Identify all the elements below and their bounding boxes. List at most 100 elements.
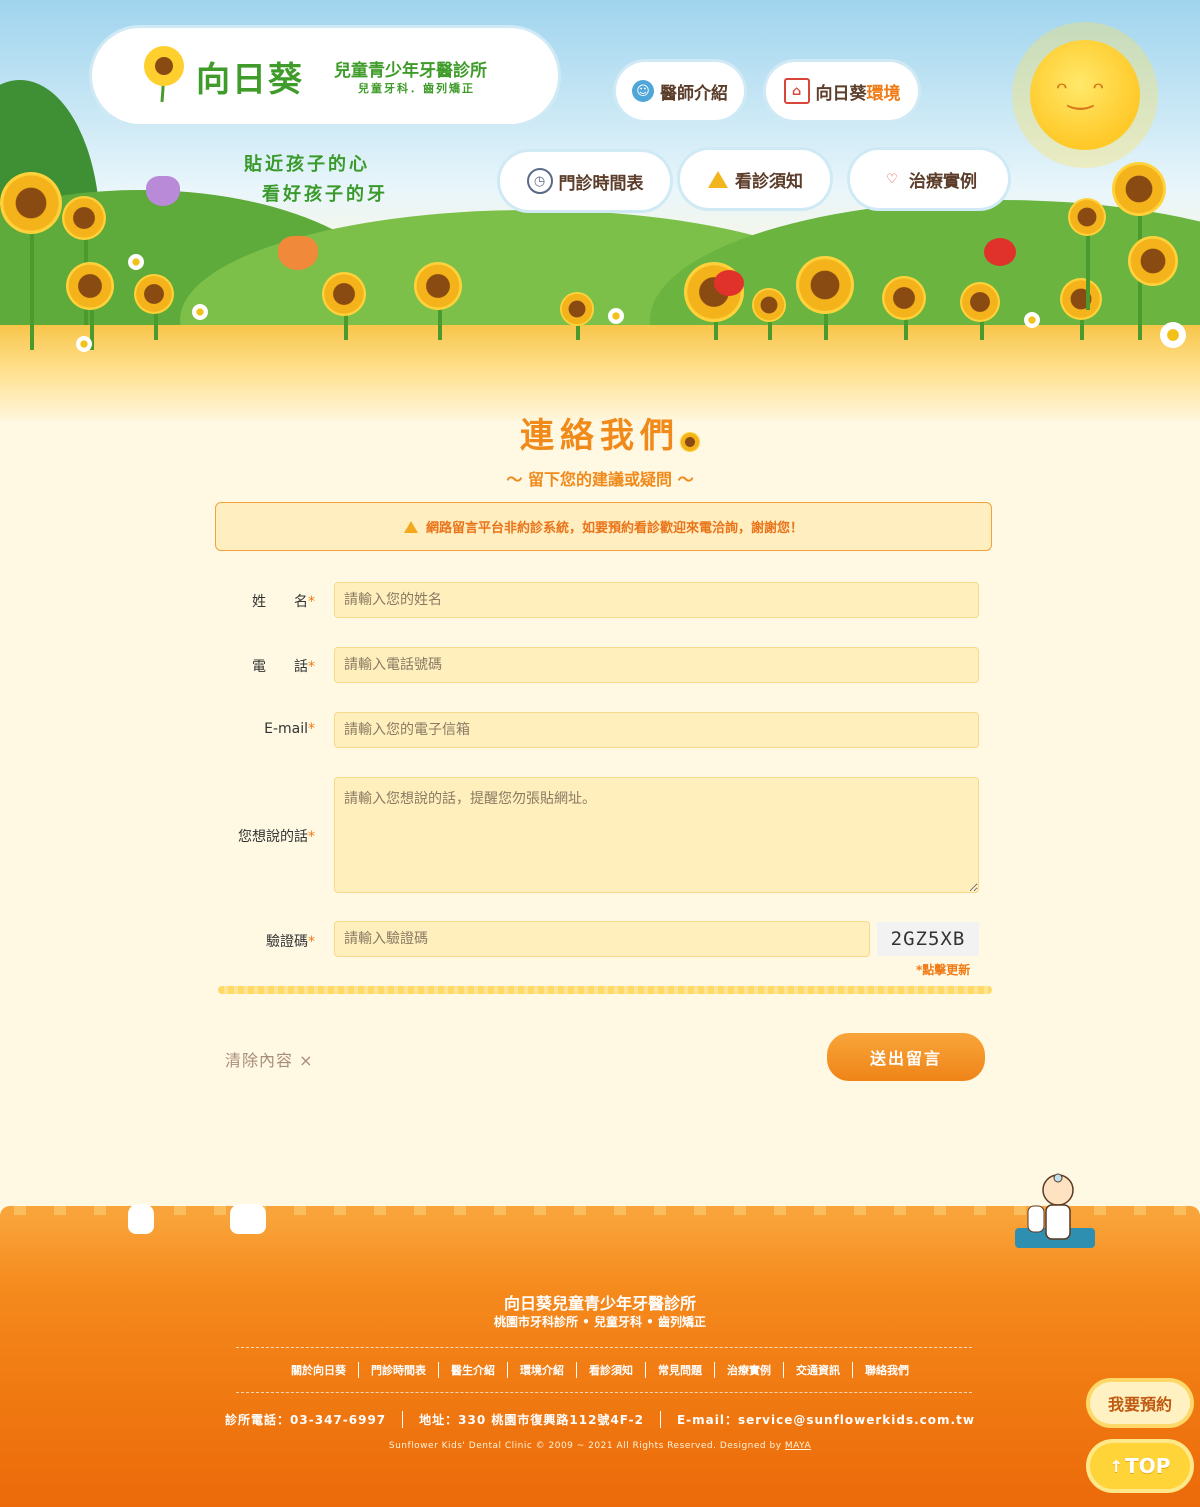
arrow-up-icon: ↑	[1109, 1456, 1124, 1476]
tooth-character-icon	[230, 1204, 266, 1234]
house-icon: ⌂	[783, 78, 810, 104]
daisy-decoration	[128, 254, 144, 270]
nav-environment-label-b: 環境	[866, 83, 901, 104]
name-label: 姓 名*	[252, 594, 315, 610]
header-scene: ᵔ‿ᵔ 向日葵 兒童青少年牙醫診所 兒童牙科．齒列矯正 貼近孩子的心 看好孩子的…	[0, 0, 1200, 420]
nav-schedule-label: 門診時間表	[558, 173, 644, 194]
footer-link[interactable]: 醫生介紹	[439, 1362, 508, 1378]
logo-tagline: 兒童牙科．齒列矯正	[358, 82, 475, 95]
page-title: 連絡我們	[520, 416, 680, 456]
nav-cases-label: 治療實例	[909, 171, 977, 192]
sunflower-decoration	[882, 276, 926, 320]
footer-link[interactable]: 常見問題	[646, 1362, 715, 1378]
footer-link[interactable]: 交通資訊	[784, 1362, 853, 1378]
captcha-image[interactable]: 2GZ5XB	[877, 922, 979, 956]
footer-address: 地址：330 桃園市復興路112號4F-2	[403, 1411, 661, 1428]
sunflower-decoration	[1068, 198, 1106, 236]
email-label: E-mail*	[264, 721, 315, 737]
captcha-refresh-link[interactable]: *點擊更新	[916, 961, 970, 978]
sunflower-decoration	[1060, 278, 1102, 320]
sunflower-decoration	[62, 196, 106, 240]
footer	[0, 1215, 1200, 1507]
captcha-label: 驗證碼*	[266, 934, 315, 950]
butterfly-icon	[278, 236, 318, 270]
nav-environment[interactable]: ⌂ 向日葵環境	[766, 62, 918, 120]
tooth-character-icon	[128, 1204, 154, 1234]
ladybug-icon	[984, 238, 1016, 266]
sunflower-decoration	[680, 432, 700, 452]
nav-environment-label-a: 向日葵	[815, 83, 867, 104]
reserve-button[interactable]: 我要預約	[1090, 1382, 1190, 1424]
footer-link[interactable]: 關於向日葵	[279, 1362, 359, 1378]
daisy-decoration	[1024, 312, 1040, 328]
ladybug-icon	[714, 270, 744, 296]
notice-banner: 網路留言平台非約診系統，如要預約看診歡迎來電洽詢，謝謝您！	[215, 502, 992, 551]
clear-button[interactable]: 清除內容 ×	[225, 1047, 314, 1071]
sunflower-decoration	[134, 274, 174, 314]
name-input[interactable]	[334, 582, 979, 618]
sunflower-decoration	[322, 272, 366, 316]
email-input[interactable]	[334, 712, 979, 748]
captcha-input[interactable]	[334, 921, 870, 957]
nav-doctor-label: 醫師介紹	[660, 83, 728, 104]
nav-schedule[interactable]: ◷ 門診時間表	[500, 152, 670, 210]
submit-button[interactable]: 送出留言	[827, 1033, 985, 1081]
sunflower-decoration	[414, 262, 462, 310]
footer-link[interactable]: 聯絡我們	[853, 1362, 921, 1378]
daisy-decoration	[76, 336, 92, 352]
footer-link[interactable]: 治療實例	[715, 1362, 784, 1378]
phone-label: 電 話*	[252, 659, 315, 675]
sunflower-stem	[30, 230, 34, 350]
message-label: 您想說的話*	[238, 829, 315, 845]
footer-phone: 診所電話：03-347-6997	[209, 1411, 404, 1428]
warning-icon	[403, 520, 418, 533]
sunflower-stem	[1086, 230, 1090, 310]
page-subtitle: ～ 留下您的建議或疑問 ～	[506, 470, 694, 489]
notice-text: 網路留言平台非約診系統，如要預約看診歡迎來電洽詢，謝謝您！	[425, 521, 803, 536]
footer-link[interactable]: 環境介紹	[508, 1362, 577, 1378]
logo-subtitle: 兒童青少年牙醫診所	[334, 61, 487, 81]
footer-email[interactable]: E-mail：service@sunflowerkids.com.tw	[661, 1411, 991, 1428]
footer-copyright: Sunflower Kids' Dental Clinic © 2009 ~ 2…	[388, 1441, 812, 1451]
footer-divider	[236, 1392, 972, 1393]
sunflower-decoration	[960, 282, 1000, 322]
daisy-decoration	[192, 304, 208, 320]
back-to-top-button[interactable]: ↑ TOP	[1090, 1443, 1190, 1489]
message-textarea[interactable]	[334, 777, 979, 893]
warning-icon	[707, 168, 729, 190]
sun-illustration: ᵔ‿ᵔ	[1030, 40, 1140, 150]
slogan-line-1: 貼近孩子的心	[244, 154, 370, 175]
divider	[218, 986, 992, 994]
footer-divider	[236, 1347, 972, 1348]
footer-link[interactable]: 看診須知	[577, 1362, 646, 1378]
tooth-icon: ♡	[886, 171, 898, 187]
footer-title: 向日葵兒童青少年牙醫診所	[503, 1294, 696, 1313]
doctor-avatar-icon: ☺	[632, 80, 654, 102]
sunflower-decoration	[1128, 236, 1178, 286]
nav-notes-label: 看診須知	[735, 171, 803, 192]
sunflower-decoration	[66, 262, 114, 310]
logo-name[interactable]: 向日葵	[196, 52, 304, 101]
sunflower-logo-icon[interactable]	[142, 44, 186, 103]
sunflower-field	[0, 325, 1200, 420]
sunflower-decoration	[560, 292, 594, 326]
nav-doctor[interactable]: ☺ 醫師介紹	[616, 62, 744, 120]
sunflower-decoration	[752, 288, 786, 322]
footer-subtitle: 桃園市牙科診所 • 兒童牙科 • 齒列矯正	[493, 1315, 707, 1329]
designer-link[interactable]: MAYA	[785, 1441, 811, 1451]
nav-cases[interactable]: ♡ 治療實例	[850, 150, 1008, 208]
phone-input[interactable]	[334, 647, 979, 683]
doctor-illustration	[1020, 1172, 1090, 1252]
clock-icon: ◷	[526, 168, 553, 194]
footer-link[interactable]: 門診時間表	[359, 1362, 439, 1378]
sunflower-decoration	[796, 256, 854, 314]
slogan-line-2: 看好孩子的牙	[262, 184, 388, 205]
sunflower-decoration	[0, 172, 62, 234]
butterfly-icon	[146, 176, 180, 206]
nav-notes[interactable]: 看診須知	[680, 150, 830, 208]
footer-contact: 診所電話：03-347-6997 地址：330 桃園市復興路112號4F-2 E…	[0, 1411, 1200, 1428]
footer-links: 關於向日葵 門診時間表 醫生介紹 環境介紹 看診須知 常見問題 治療實例 交通資…	[0, 1362, 1200, 1378]
daisy-decoration	[608, 308, 624, 324]
back-to-top-label: TOP	[1125, 1454, 1171, 1478]
daisy-decoration	[1160, 322, 1186, 348]
